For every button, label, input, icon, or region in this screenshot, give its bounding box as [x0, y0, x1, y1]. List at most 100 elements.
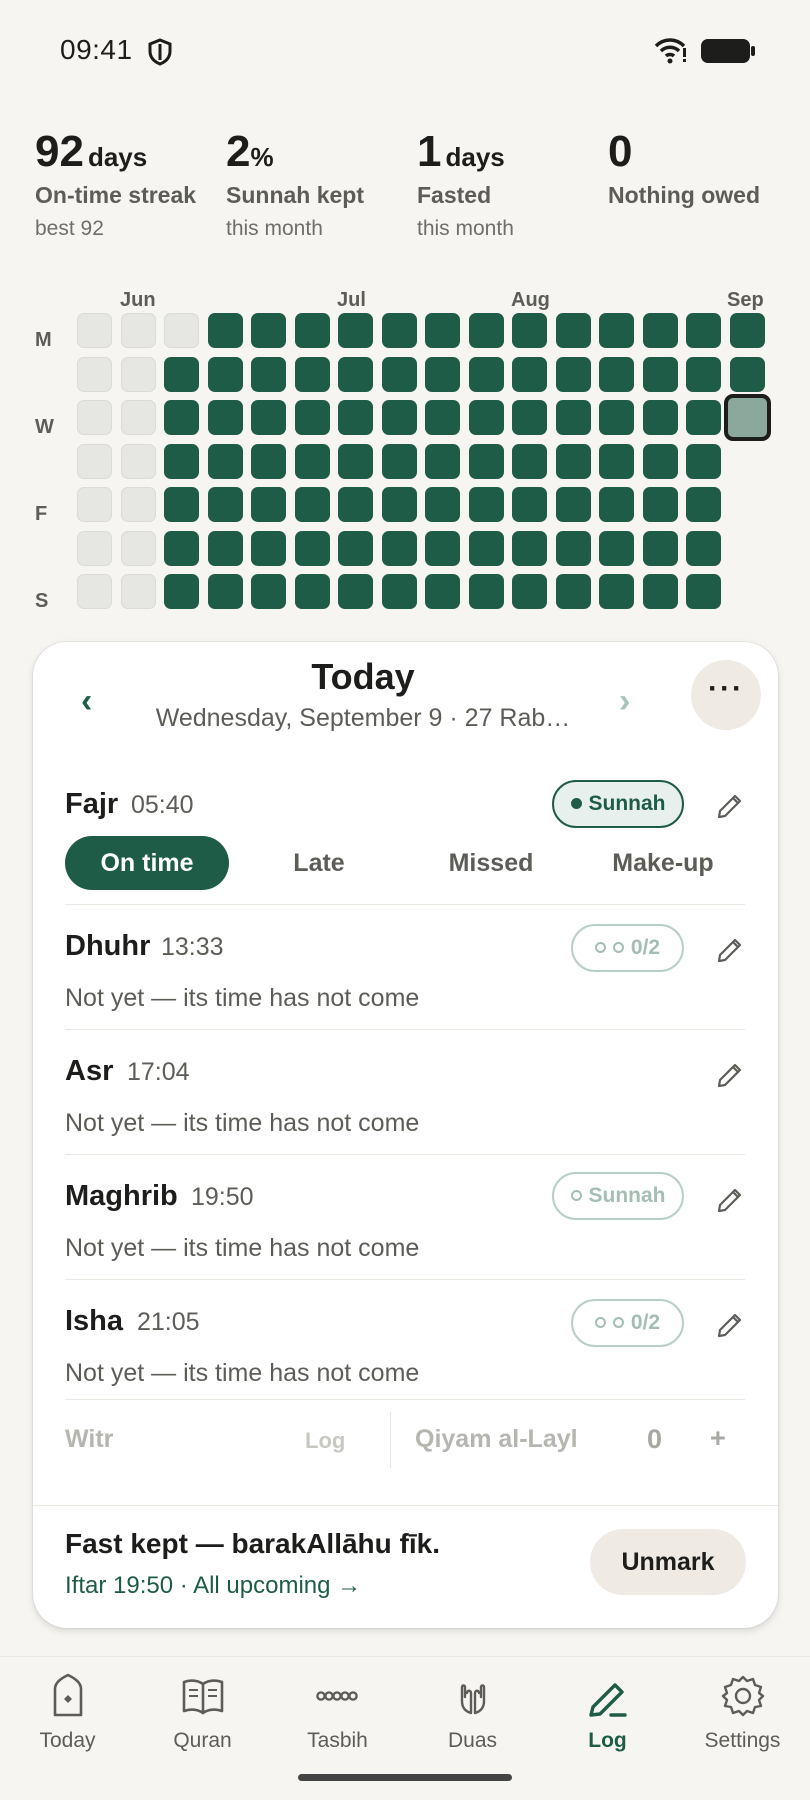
heatmap-cell[interactable]: [599, 443, 634, 479]
heatmap-cell[interactable]: [686, 487, 721, 522]
heatmap-cell[interactable]: [425, 443, 460, 479]
heatmap-cell[interactable]: [251, 313, 286, 348]
nav-tasbih[interactable]: Tasbih: [270, 1673, 405, 1753]
nav-settings[interactable]: Settings: [675, 1673, 810, 1753]
heatmap-cell[interactable]: [294, 574, 330, 609]
nav-today[interactable]: Today: [0, 1673, 135, 1753]
heatmap-cell[interactable]: [686, 530, 721, 566]
qiyam-add-button[interactable]: +: [710, 1423, 726, 1454]
heatmap-cell[interactable]: [207, 356, 243, 392]
status-on-time[interactable]: On time: [65, 836, 229, 890]
heatmap-cell[interactable]: [468, 443, 504, 479]
edit-icon[interactable]: [716, 1309, 746, 1339]
heatmap-cell[interactable]: [207, 443, 243, 479]
heatmap-cell[interactable]: [642, 443, 678, 479]
heatmap-cell[interactable]: [468, 530, 504, 566]
heatmap-cell[interactable]: [381, 530, 417, 566]
heatmap-cell[interactable]: [251, 487, 286, 522]
heatmap-cell[interactable]: [77, 313, 112, 348]
heatmap-cell[interactable]: [120, 356, 156, 392]
heatmap-cell[interactable]: [599, 530, 634, 566]
edit-icon[interactable]: [716, 1059, 746, 1089]
stat-sunnah[interactable]: 2% Sunnah kept this month: [226, 127, 364, 241]
heatmap-cell[interactable]: [468, 356, 504, 392]
heatmap-cell[interactable]: [381, 400, 417, 435]
heatmap-cell[interactable]: [642, 530, 678, 566]
heatmap-cell[interactable]: [251, 574, 286, 609]
witr-log-button[interactable]: Log: [305, 1428, 345, 1454]
heatmap-cell[interactable]: [729, 313, 765, 348]
stat-streak[interactable]: 92 days On-time streak best 92: [35, 127, 196, 241]
heatmap-cell[interactable]: [425, 487, 460, 522]
heatmap-cell[interactable]: [207, 400, 243, 435]
heatmap-cell[interactable]: [251, 443, 286, 479]
heatmap-cell[interactable]: [338, 313, 373, 348]
heatmap-cell[interactable]: [555, 443, 591, 479]
stat-owed[interactable]: 0 Nothing owed: [608, 127, 760, 217]
heatmap-cell[interactable]: [599, 313, 634, 348]
heatmap-cell[interactable]: [338, 487, 373, 522]
heatmap-cell[interactable]: [207, 530, 243, 566]
heatmap-cell[interactable]: [381, 574, 417, 609]
heatmap-cell[interactable]: [338, 530, 373, 566]
heatmap-cell[interactable]: [425, 530, 460, 566]
heatmap-cell[interactable]: [77, 443, 112, 479]
heatmap-cell[interactable]: [642, 400, 678, 435]
heatmap-cell[interactable]: [599, 487, 634, 522]
sunnah-counter[interactable]: 0/2: [571, 924, 684, 972]
heatmap-cell[interactable]: [164, 443, 199, 479]
heatmap-cell[interactable]: [120, 313, 156, 348]
nav-quran[interactable]: Quran: [135, 1673, 270, 1753]
heatmap-cell[interactable]: [207, 487, 243, 522]
status-make-up[interactable]: Make-up: [581, 836, 745, 890]
edit-icon[interactable]: [716, 934, 746, 964]
nav-log[interactable]: Log: [540, 1673, 675, 1753]
heatmap-cell[interactable]: [425, 574, 460, 609]
sunnah-toggle[interactable]: Sunnah: [552, 1172, 684, 1220]
heatmap-cell[interactable]: [77, 400, 112, 435]
heatmap-cell[interactable]: [686, 400, 721, 435]
heatmap-cell[interactable]: [512, 530, 547, 566]
heatmap-cell[interactable]: [251, 530, 286, 566]
heatmap-cell[interactable]: [294, 400, 330, 435]
heatmap-cell[interactable]: [251, 400, 286, 435]
status-missed[interactable]: Missed: [409, 836, 573, 890]
heatmap-cell[interactable]: [207, 313, 243, 348]
heatmap-cell[interactable]: [120, 530, 156, 566]
next-day-button[interactable]: ›: [619, 682, 630, 721]
iftar-upcoming-link[interactable]: Iftar 19:50 · All upcoming →: [65, 1572, 361, 1600]
heatmap-cell[interactable]: [120, 443, 156, 479]
heatmap-cell[interactable]: [425, 356, 460, 392]
sunnah-counter[interactable]: 0/2: [571, 1299, 684, 1347]
heatmap-cell[interactable]: [294, 443, 330, 479]
heatmap-cell[interactable]: [338, 400, 373, 435]
heatmap-cell[interactable]: [77, 487, 112, 522]
heatmap-cell[interactable]: [164, 530, 199, 566]
heatmap-cell[interactable]: [77, 530, 112, 566]
heatmap-cell[interactable]: [338, 356, 373, 392]
heatmap-cell[interactable]: [294, 530, 330, 566]
heatmap-cell[interactable]: [555, 356, 591, 392]
heatmap-cell[interactable]: [294, 313, 330, 348]
heatmap-cell-today[interactable]: [723, 394, 771, 441]
heatmap-cell[interactable]: [468, 313, 504, 348]
heatmap-cell[interactable]: [512, 487, 547, 522]
heatmap-cell[interactable]: [686, 443, 721, 479]
heatmap-cell[interactable]: [599, 400, 634, 435]
heatmap-cell[interactable]: [468, 487, 504, 522]
heatmap-cell[interactable]: [425, 400, 460, 435]
heatmap-cell[interactable]: [555, 400, 591, 435]
heatmap-cell[interactable]: [642, 487, 678, 522]
heatmap-cell[interactable]: [512, 443, 547, 479]
heatmap-cell[interactable]: [686, 313, 721, 348]
edit-icon[interactable]: [716, 790, 746, 820]
heatmap-cell[interactable]: [164, 356, 199, 392]
heatmap-cell[interactable]: [251, 356, 286, 392]
nav-duas[interactable]: Duas: [405, 1673, 540, 1753]
heatmap-cell[interactable]: [381, 356, 417, 392]
heatmap-cell[interactable]: [381, 487, 417, 522]
heatmap-cell[interactable]: [555, 313, 591, 348]
heatmap-cell[interactable]: [512, 400, 547, 435]
heatmap-cell[interactable]: [425, 313, 460, 348]
heatmap-cell[interactable]: [468, 574, 504, 609]
